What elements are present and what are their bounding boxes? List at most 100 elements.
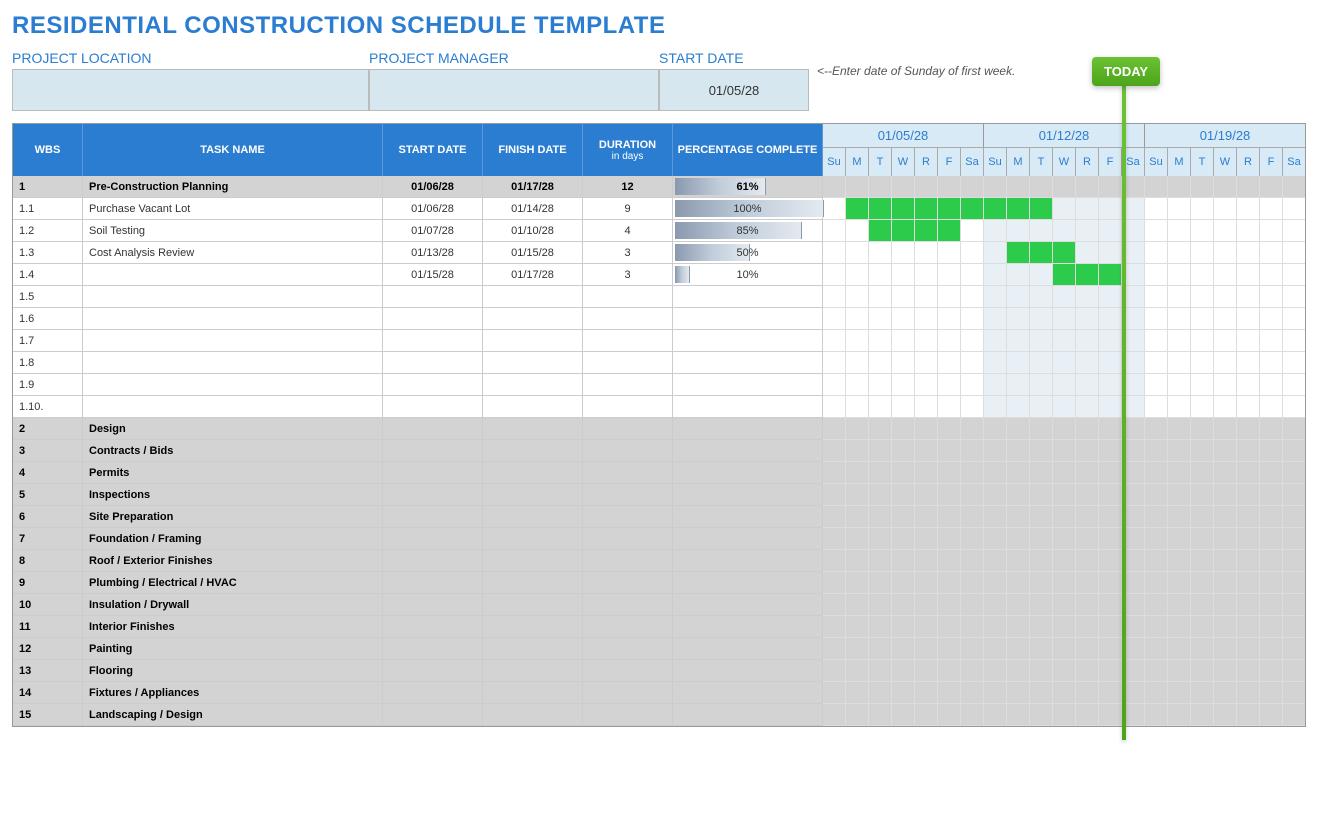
wbs-cell[interactable]: 1.10. [13,396,83,418]
wbs-cell[interactable]: 10 [13,594,83,616]
percent-cell[interactable] [673,550,823,572]
wbs-cell[interactable]: 6 [13,506,83,528]
table-row[interactable]: 6Site Preparation [13,506,823,528]
percent-cell[interactable] [673,330,823,352]
duration-cell[interactable] [583,286,673,308]
finish-cell[interactable] [483,418,583,440]
percent-cell[interactable] [673,396,823,418]
start-cell[interactable] [383,616,483,638]
task-cell[interactable]: Inspections [83,484,383,506]
percent-cell[interactable] [673,660,823,682]
percent-cell[interactable] [673,506,823,528]
task-cell[interactable] [83,396,383,418]
duration-cell[interactable] [583,594,673,616]
finish-cell[interactable] [483,638,583,660]
percent-cell[interactable]: 100% [673,198,823,220]
task-cell[interactable] [83,286,383,308]
task-cell[interactable]: Pre-Construction Planning [83,176,383,198]
task-cell[interactable] [83,330,383,352]
task-cell[interactable]: Site Preparation [83,506,383,528]
duration-cell[interactable] [583,396,673,418]
start-cell[interactable]: 01/07/28 [383,220,483,242]
table-row[interactable]: 1.6 [13,308,823,330]
percent-cell[interactable]: 50% [673,242,823,264]
finish-cell[interactable] [483,682,583,704]
duration-cell[interactable] [583,704,673,726]
task-cell[interactable]: Design [83,418,383,440]
wbs-cell[interactable]: 15 [13,704,83,726]
percent-cell[interactable] [673,418,823,440]
percent-cell[interactable] [673,682,823,704]
table-row[interactable]: 4Permits [13,462,823,484]
start-cell[interactable] [383,506,483,528]
finish-cell[interactable] [483,352,583,374]
finish-cell[interactable] [483,528,583,550]
table-row[interactable]: 3Contracts / Bids [13,440,823,462]
duration-cell[interactable] [583,638,673,660]
table-row[interactable]: 1.10. [13,396,823,418]
task-cell[interactable]: Permits [83,462,383,484]
finish-cell[interactable]: 01/15/28 [483,242,583,264]
percent-cell[interactable] [673,528,823,550]
start-cell[interactable] [383,396,483,418]
table-row[interactable]: 1.5 [13,286,823,308]
start-cell[interactable] [383,308,483,330]
finish-cell[interactable]: 01/17/28 [483,264,583,286]
duration-cell[interactable]: 3 [583,264,673,286]
task-cell[interactable]: Roof / Exterior Finishes [83,550,383,572]
percent-cell[interactable] [673,308,823,330]
start-cell[interactable] [383,704,483,726]
percent-cell[interactable]: 10% [673,264,823,286]
finish-cell[interactable] [483,616,583,638]
table-row[interactable]: 1.9 [13,374,823,396]
task-cell[interactable] [83,374,383,396]
startdate-input[interactable] [659,69,809,111]
task-cell[interactable]: Fixtures / Appliances [83,682,383,704]
task-cell[interactable] [83,352,383,374]
table-row[interactable]: 15Landscaping / Design [13,704,823,726]
duration-cell[interactable] [583,616,673,638]
duration-cell[interactable]: 9 [583,198,673,220]
table-row[interactable]: 1.1Purchase Vacant Lot01/06/2801/14/2891… [13,198,823,220]
start-cell[interactable] [383,638,483,660]
task-cell[interactable]: Contracts / Bids [83,440,383,462]
task-cell[interactable]: Plumbing / Electrical / HVAC [83,572,383,594]
finish-cell[interactable] [483,374,583,396]
table-row[interactable]: 10Insulation / Drywall [13,594,823,616]
percent-cell[interactable] [673,704,823,726]
wbs-cell[interactable]: 8 [13,550,83,572]
table-row[interactable]: 8Roof / Exterior Finishes [13,550,823,572]
wbs-cell[interactable]: 1.7 [13,330,83,352]
finish-cell[interactable] [483,550,583,572]
table-row[interactable]: 1.2Soil Testing01/07/2801/10/28485% [13,220,823,242]
duration-cell[interactable] [583,418,673,440]
start-cell[interactable] [383,682,483,704]
start-cell[interactable] [383,484,483,506]
percent-cell[interactable] [673,462,823,484]
wbs-cell[interactable]: 13 [13,660,83,682]
task-cell[interactable]: Insulation / Drywall [83,594,383,616]
percent-cell[interactable] [673,638,823,660]
finish-cell[interactable] [483,440,583,462]
wbs-cell[interactable]: 1 [13,176,83,198]
finish-cell[interactable] [483,484,583,506]
start-cell[interactable]: 01/13/28 [383,242,483,264]
finish-cell[interactable]: 01/17/28 [483,176,583,198]
duration-cell[interactable] [583,484,673,506]
duration-cell[interactable] [583,682,673,704]
duration-cell[interactable] [583,660,673,682]
duration-cell[interactable] [583,528,673,550]
wbs-cell[interactable]: 9 [13,572,83,594]
wbs-cell[interactable]: 11 [13,616,83,638]
start-cell[interactable] [383,374,483,396]
table-row[interactable]: 7Foundation / Framing [13,528,823,550]
duration-cell[interactable]: 12 [583,176,673,198]
finish-cell[interactable] [483,594,583,616]
table-row[interactable]: 1Pre-Construction Planning01/06/2801/17/… [13,176,823,198]
wbs-cell[interactable]: 2 [13,418,83,440]
table-row[interactable]: 11Interior Finishes [13,616,823,638]
start-cell[interactable] [383,594,483,616]
duration-cell[interactable] [583,550,673,572]
start-cell[interactable] [383,352,483,374]
start-cell[interactable] [383,528,483,550]
